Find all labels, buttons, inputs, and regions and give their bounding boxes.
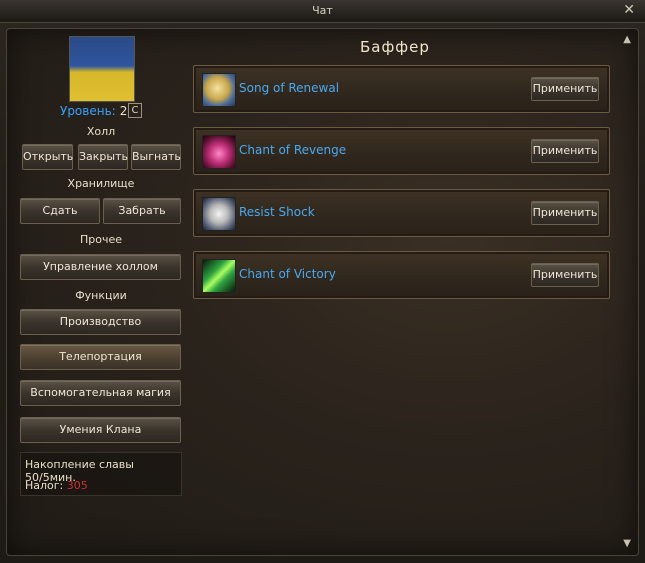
- scroll-down-icon[interactable]: ▼: [623, 538, 631, 549]
- apply-button[interactable]: Применить: [531, 77, 599, 101]
- clan-hall-window: Чат ✕ ▲ ▼ Уровень: 2 C Холл Открыть Закры…: [0, 0, 645, 563]
- apply-button[interactable]: Применить: [531, 139, 599, 163]
- level-value: 2: [119, 104, 128, 118]
- withdraw-button[interactable]: Забрать: [103, 198, 181, 224]
- buffer-title: Баффер: [360, 38, 430, 56]
- skill-row: Resist Shock Применить: [193, 189, 610, 237]
- tax-row: Налог: 305: [21, 479, 88, 492]
- deposit-button[interactable]: Сдать: [20, 198, 100, 224]
- storage-title: Хранилище: [67, 177, 135, 190]
- chant-of-victory-icon: [202, 259, 236, 293]
- apply-button[interactable]: Применить: [531, 201, 599, 225]
- window-title: Чат: [312, 4, 333, 17]
- skill-row: Chant of Revenge Применить: [193, 127, 610, 175]
- close-icon[interactable]: ✕: [623, 2, 635, 18]
- chant-of-revenge-icon: [202, 135, 236, 169]
- functions-title: Функции: [75, 289, 127, 302]
- level-label: Уровень:: [60, 104, 116, 118]
- clan-level: Уровень: 2: [60, 104, 127, 118]
- skill-name: Resist Shock: [239, 205, 315, 219]
- clan-badge: C: [128, 103, 142, 118]
- clan-emblem: [69, 36, 135, 102]
- apply-button[interactable]: Применить: [531, 263, 599, 287]
- hall-info-box: Накопление славы 50/5мин. Налог: 305: [20, 452, 182, 496]
- resist-shock-icon: [202, 197, 236, 231]
- clan-skills-button[interactable]: Умения Клана: [20, 417, 181, 443]
- kick-button[interactable]: Выгнать: [131, 144, 181, 170]
- tax-label: Налог:: [25, 479, 64, 492]
- skill-name: Song of Renewal: [239, 81, 340, 95]
- other-title: Прочее: [79, 233, 123, 246]
- skill-name: Chant of Revenge: [239, 143, 347, 157]
- support-magic-button[interactable]: Вспомогательная магия: [20, 380, 181, 406]
- close-door-button[interactable]: Закрыть: [78, 144, 128, 170]
- manufacture-button[interactable]: Производство: [20, 309, 181, 335]
- title-bar[interactable]: Чат ✕: [0, 0, 645, 23]
- manage-hall-button[interactable]: Управление холлом: [20, 254, 181, 280]
- tax-value: 305: [66, 479, 88, 492]
- skill-name: Chant of Victory: [239, 267, 336, 281]
- skill-row: Chant of Victory Применить: [193, 251, 610, 299]
- hall-title: Холл: [86, 125, 116, 138]
- skill-row: Song of Renewal Применить: [193, 65, 610, 113]
- teleport-button[interactable]: Телепортация: [20, 344, 181, 370]
- song-of-renewal-icon: [202, 73, 236, 107]
- open-button[interactable]: Открыть: [22, 144, 73, 170]
- scroll-up-icon[interactable]: ▲: [623, 34, 631, 45]
